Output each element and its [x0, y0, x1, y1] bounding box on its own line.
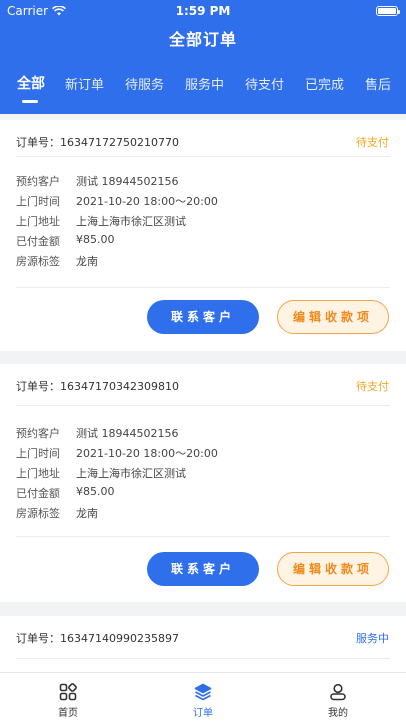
visit-time-label: 上门时间 — [16, 447, 60, 460]
divider — [16, 536, 390, 537]
customer-value: 测试 18944502156 — [76, 175, 179, 188]
status-badge: 待支付 — [356, 136, 389, 149]
order-tabs: 全部 新订单 待服务 服务中 待支付 已完成 售后 — [0, 72, 406, 106]
nav-profile-label: 我的 — [328, 708, 348, 719]
page-title: 全部订单 — [168, 30, 237, 49]
nav-home[interactable]: 首页 — [38, 683, 98, 719]
tab-after-sales[interactable]: 售后 — [365, 74, 391, 93]
visit-time-value: 2021-10-20 18:00～20:00 — [76, 447, 218, 460]
order-number: 订单号：16347172750210770 — [16, 134, 179, 150]
order-card[interactable]: 订单号：16347172750210770 待支付 预约客户 测试 189445… — [0, 120, 406, 351]
customer-label: 预约客户 — [16, 175, 60, 188]
visit-time-value: 2021-10-20 18:00～20:00 — [76, 195, 218, 208]
tab-in-service[interactable]: 服务中 — [185, 74, 224, 93]
divider — [16, 405, 390, 406]
order-card[interactable]: 订单号：16347170342309810 待支付 预约客户 测试 189445… — [0, 364, 406, 602]
status-bar: Carrier 1:59 PM — [0, 0, 406, 22]
tag-label: 房源标签 — [16, 255, 60, 268]
tab-all[interactable]: 全部 — [17, 73, 45, 93]
tab-completed[interactable]: 已完成 — [305, 74, 344, 93]
paid-amount-label: 已付金额 — [16, 487, 60, 500]
customer-value: 测试 18944502156 — [76, 427, 179, 440]
paid-amount-value: ¥85.00 — [76, 233, 115, 246]
order-number-value: 16347170342309810 — [60, 380, 179, 393]
order-number-value: 16347140990235897 — [60, 632, 179, 645]
order-card[interactable]: 订单号：16347140990235897 服务中 — [0, 616, 406, 676]
nav-profile[interactable]: 我的 — [308, 683, 368, 719]
address-value: 上海上海市徐汇区测试 — [76, 215, 186, 228]
order-number-value: 16347172750210770 — [60, 136, 179, 149]
tag-label: 房源标签 — [16, 507, 60, 520]
bottom-nav: 首页 订单 我的 — [0, 672, 406, 728]
status-badge: 服务中 — [356, 632, 389, 645]
app-header: Carrier 1:59 PM 全部订单 全部 新订单 待服务 服务中 待支付 … — [0, 0, 406, 114]
user-icon — [330, 683, 346, 701]
divider — [16, 287, 390, 288]
address-label: 上门地址 — [16, 467, 60, 480]
nav-orders[interactable]: 订单 — [173, 683, 233, 719]
active-tab-indicator — [22, 100, 38, 103]
contact-customer-button[interactable]: 联系客户 — [147, 552, 259, 586]
status-badge: 待支付 — [356, 380, 389, 393]
paid-amount-value: ¥85.00 — [76, 485, 115, 498]
order-number: 订单号：16347140990235897 — [16, 630, 179, 646]
order-number-label: 订单号： — [16, 380, 60, 393]
tab-to-serve[interactable]: 待服务 — [125, 74, 164, 93]
order-number: 订单号：16347170342309810 — [16, 378, 179, 394]
address-label: 上门地址 — [16, 215, 60, 228]
tab-to-pay[interactable]: 待支付 — [245, 74, 284, 93]
paid-amount-label: 已付金额 — [16, 235, 60, 248]
tag-value: 龙南 — [76, 255, 98, 268]
divider — [16, 658, 390, 659]
order-number-label: 订单号： — [16, 632, 60, 645]
divider — [16, 156, 390, 157]
battery-icon — [376, 6, 400, 16]
edit-payment-button[interactable]: 编辑收款项 — [277, 552, 389, 586]
tag-value: 龙南 — [76, 507, 98, 520]
edit-payment-button[interactable]: 编辑收款项 — [277, 300, 389, 334]
clock: 1:59 PM — [175, 4, 231, 18]
tab-new-orders[interactable]: 新订单 — [65, 74, 104, 93]
customer-label: 预约客户 — [16, 427, 60, 440]
nav-orders-label: 订单 — [193, 708, 213, 719]
grid-icon — [59, 683, 77, 701]
contact-customer-button[interactable]: 联系客户 — [147, 300, 259, 334]
nav-home-label: 首页 — [58, 708, 78, 719]
visit-time-label: 上门时间 — [16, 195, 60, 208]
address-value: 上海上海市徐汇区测试 — [76, 467, 186, 480]
layers-icon — [194, 683, 212, 701]
order-number-label: 订单号： — [16, 136, 60, 149]
